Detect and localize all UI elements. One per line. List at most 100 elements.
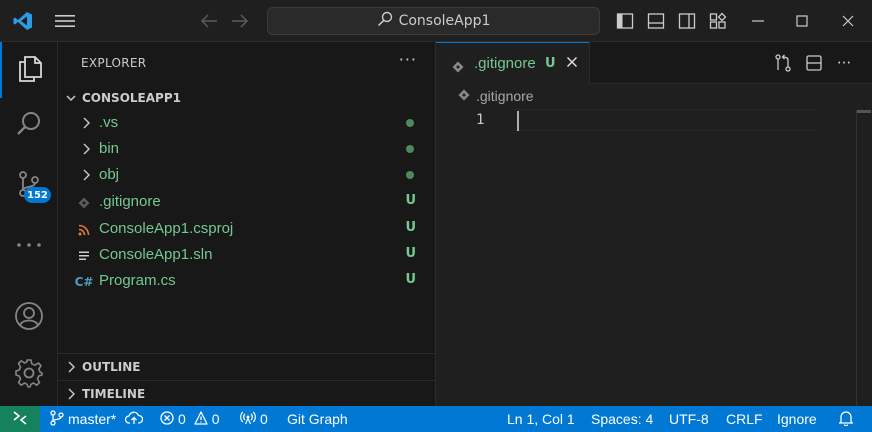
explorer-title: EXPLORER xyxy=(81,56,147,70)
workspace-folder-label: CONSOLEAPP1 xyxy=(82,91,181,105)
search-icon xyxy=(377,11,393,31)
eol-label: CRLF xyxy=(726,411,763,427)
branch-name: master* xyxy=(68,411,117,427)
tree-item-csproj[interactable]: ConsoleApp1.csproj U xyxy=(58,216,436,242)
tree-item-bin[interactable]: bin xyxy=(58,136,436,162)
git-graph-label: Git Graph xyxy=(287,411,348,427)
sync-status[interactable] xyxy=(124,406,144,432)
command-center-search[interactable]: ConsoleApp1 xyxy=(267,7,600,35)
toggle-primary-sidebar-icon[interactable] xyxy=(614,10,636,32)
remote-indicator[interactable] xyxy=(0,406,40,432)
language-status[interactable]: Ignore xyxy=(777,406,817,432)
tree-item-gitignore[interactable]: .gitignore U xyxy=(58,189,436,215)
files-icon xyxy=(16,53,44,87)
tab-bar: .gitignore U ··· xyxy=(436,42,872,84)
forward-arrow-icon[interactable] xyxy=(229,10,251,32)
current-line-highlight xyxy=(514,109,814,131)
encoding-status[interactable]: UTF-8 xyxy=(669,406,709,432)
chevron-right-icon xyxy=(60,360,82,374)
problems-status[interactable]: 0 0 xyxy=(160,406,220,432)
open-changes-icon[interactable] xyxy=(772,52,794,74)
toggle-panel-icon[interactable] xyxy=(645,10,667,32)
chevron-right-icon xyxy=(80,142,92,160)
manage-activity[interactable] xyxy=(0,347,58,403)
csharp-icon: C# xyxy=(74,275,94,289)
tree-item-label: ConsoleApp1.csproj xyxy=(99,220,234,237)
tree-item-sln[interactable]: ConsoleApp1.sln U xyxy=(58,242,436,268)
close-icon[interactable] xyxy=(565,54,579,73)
toggle-secondary-sidebar-icon[interactable] xyxy=(676,10,698,32)
bell-icon xyxy=(838,410,854,429)
vscode-logo-icon[interactable] xyxy=(12,10,34,32)
outline-section[interactable]: OUTLINE xyxy=(58,353,436,379)
untracked-badge: U xyxy=(405,220,416,235)
chevron-right-icon xyxy=(80,116,92,134)
source-control-activity[interactable]: 152 xyxy=(0,158,58,214)
more-views-activity[interactable] xyxy=(0,214,58,270)
git-file-icon xyxy=(458,88,470,104)
minimize-icon[interactable] xyxy=(747,10,769,32)
rss-icon xyxy=(76,222,92,238)
search-icon xyxy=(15,110,43,142)
git-file-icon xyxy=(76,195,92,211)
tree-item-label: obj xyxy=(99,166,120,183)
search-activity[interactable] xyxy=(0,98,58,154)
cursor-position-status[interactable]: Ln 1, Col 1 xyxy=(507,406,575,432)
notifications-status[interactable] xyxy=(838,406,854,432)
timeline-section[interactable]: TIMELINE xyxy=(58,380,436,406)
untracked-badge: U xyxy=(405,193,416,208)
split-editor-icon[interactable] xyxy=(803,52,825,74)
back-arrow-icon[interactable] xyxy=(198,10,220,32)
line-number: 1 xyxy=(476,112,485,128)
accounts-activity[interactable] xyxy=(0,290,58,346)
editor-more-actions[interactable]: ··· xyxy=(833,52,855,74)
close-window-icon[interactable] xyxy=(837,10,859,32)
tab-untracked-badge: U xyxy=(545,56,556,71)
editor-scrollbar[interactable] xyxy=(856,110,872,406)
search-text: ConsoleApp1 xyxy=(398,13,491,29)
tree-item-label: bin xyxy=(99,140,120,157)
source-control-badge: 152 xyxy=(24,187,51,203)
explorer-activity[interactable] xyxy=(0,42,58,98)
chevron-right-icon xyxy=(80,168,92,186)
remote-icon xyxy=(12,410,28,428)
tree-item-program-cs[interactable]: C# Program.cs U xyxy=(58,268,436,294)
timeline-label: TIMELINE xyxy=(82,386,146,401)
git-graph-status[interactable]: Git Graph xyxy=(287,406,348,432)
breadcrumb-label: .gitignore xyxy=(476,88,534,104)
text-file-icon xyxy=(76,248,92,264)
cloud-upload-icon xyxy=(124,411,144,428)
scroll-marker xyxy=(857,110,871,113)
explorer-more-actions[interactable]: ··· xyxy=(399,50,417,69)
breadcrumb[interactable]: .gitignore xyxy=(458,88,534,104)
status-bar: master* 0 0 0 Git Graph Ln 1, Col 1 Spac… xyxy=(0,406,872,432)
chevron-right-icon xyxy=(60,387,82,401)
warning-count: 0 xyxy=(211,411,220,427)
tab-gitignore[interactable]: .gitignore U xyxy=(436,42,590,84)
tree-item-obj[interactable]: obj xyxy=(58,162,436,188)
activity-bar: 152 xyxy=(0,42,58,406)
tree-item-label: .vs xyxy=(99,114,119,131)
indentation-status[interactable]: Spaces: 4 xyxy=(591,406,653,432)
ports-count: 0 xyxy=(260,411,268,427)
outline-label: OUTLINE xyxy=(82,359,141,374)
text-cursor[interactable] xyxy=(517,111,519,131)
menu-icon[interactable] xyxy=(54,10,76,32)
encoding-label: UTF-8 xyxy=(669,411,709,427)
customize-layout-icon[interactable] xyxy=(707,10,729,32)
git-branch-icon xyxy=(50,409,64,429)
indentation-label: Spaces: 4 xyxy=(591,411,654,427)
eol-status[interactable]: CRLF xyxy=(726,406,763,432)
cursor-position-label: Ln 1, Col 1 xyxy=(507,411,575,427)
error-icon xyxy=(160,410,174,428)
ports-status[interactable]: 0 xyxy=(240,406,268,432)
title-bar: ConsoleApp1 xyxy=(0,0,872,42)
maximize-icon[interactable] xyxy=(791,10,813,32)
radio-tower-icon xyxy=(240,411,256,428)
modified-dot xyxy=(406,171,414,179)
branch-status[interactable]: master* xyxy=(50,406,116,432)
workspace-folder[interactable]: CONSOLEAPP1 xyxy=(58,86,436,110)
tree-item-vs[interactable]: .vs xyxy=(58,110,436,136)
language-label: Ignore xyxy=(777,411,817,427)
editor-area: .gitignore U ··· .gitignore 1 xyxy=(436,42,872,406)
